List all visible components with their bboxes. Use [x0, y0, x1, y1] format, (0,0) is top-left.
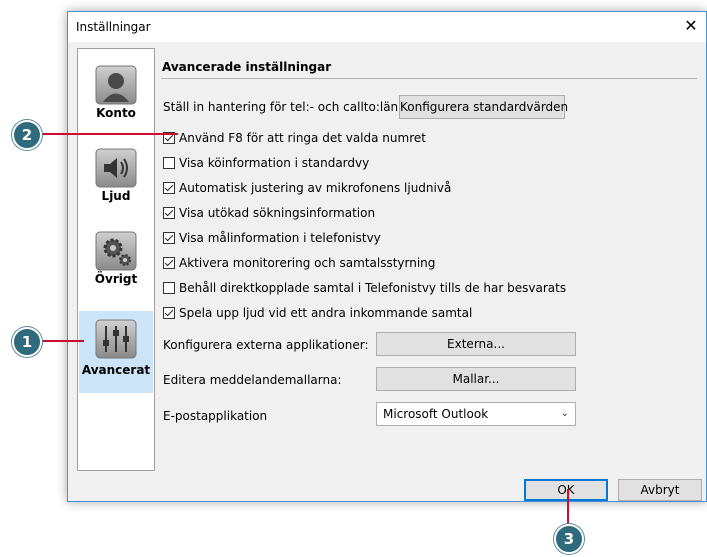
page-title: Avancerade inställningar	[162, 60, 332, 74]
checkbox-box	[163, 207, 175, 219]
checkbox-box	[163, 257, 175, 269]
checkbox-label: Använd F8 för att ringa det valda numret	[179, 131, 426, 145]
settings-dialog: Inställningar ✕ Konto Ljud Övrigt Avance…	[67, 11, 707, 502]
callout-1: 1	[12, 327, 42, 357]
checkbox-label: Visa utökad sökningsinformation	[179, 206, 376, 220]
speaker-icon	[95, 148, 137, 188]
sidebar-item-ljud[interactable]: Ljud	[79, 144, 153, 216]
checkbox-box	[163, 307, 175, 319]
email-app-select[interactable]: Microsoft Outlook ⌄	[376, 402, 576, 426]
chevron-down-icon: ⌄	[560, 408, 569, 419]
window-title: Inställningar	[76, 20, 151, 34]
email-app-label: E-postapplikation	[163, 409, 268, 423]
external-apps-label: Konfigurera externa applikationer:	[163, 338, 369, 352]
ok-button[interactable]: OK	[524, 479, 608, 501]
callout-2-line	[38, 133, 178, 135]
sidebar-item-ovrigt[interactable]: Övrigt	[79, 227, 153, 299]
sidebar-item-label: Avancerat	[81, 363, 151, 377]
sidebar-item-label: Ljud	[101, 189, 131, 203]
gears-icon	[95, 231, 137, 271]
callout-2: 2	[12, 120, 42, 150]
checkbox-box	[163, 232, 175, 244]
callout-3: 3	[554, 524, 584, 554]
cancel-button[interactable]: Avbryt	[618, 479, 702, 501]
external-apps-button[interactable]: Externa...	[376, 332, 576, 356]
email-app-value: Microsoft Outlook	[383, 407, 489, 421]
sidebar-item-avancerat[interactable]: Avancerat	[79, 311, 153, 393]
checkbox-label: Spela upp ljud vid ett andra inkommande …	[179, 306, 473, 320]
user-icon	[95, 65, 137, 105]
callout-3-line	[567, 489, 569, 526]
divider	[161, 78, 697, 79]
checkbox-label: Aktivera monitorering och samtalsstyrnin…	[179, 256, 436, 270]
callout-1-line	[38, 340, 84, 342]
checkbox-label: Visa målinformation i telefonistvy	[179, 231, 381, 245]
checkbox-label: Visa köinformation i standardvy	[179, 156, 370, 170]
checkbox-box	[163, 157, 175, 169]
sidebar: Konto Ljud Övrigt Avancerat	[77, 48, 155, 471]
tel-handling-label: Ställ in hantering för tel:- och callto:…	[163, 100, 418, 114]
sidebar-item-konto[interactable]: Konto	[79, 61, 153, 133]
checkbox-box	[163, 182, 175, 194]
checkbox-label: Behåll direktkopplade samtal i Telefonis…	[179, 281, 567, 295]
configure-defaults-button[interactable]: Konfigurera standardvärden	[399, 95, 568, 119]
templates-label: Editera meddelandemallarna:	[163, 373, 342, 387]
advanced-settings-panel: Avancerade inställningar Ställ in hanter…	[157, 48, 697, 471]
sliders-icon	[95, 319, 137, 359]
sidebar-item-label: Övrigt	[94, 272, 138, 286]
checkbox-box	[163, 282, 175, 294]
templates-button[interactable]: Mallar...	[376, 367, 576, 391]
close-icon[interactable]: ✕	[682, 17, 700, 35]
sidebar-item-label: Konto	[96, 106, 136, 120]
title-bar: Inställningar ✕	[68, 12, 706, 42]
checkbox-label: Automatisk justering av mikrofonens ljud…	[179, 181, 452, 195]
